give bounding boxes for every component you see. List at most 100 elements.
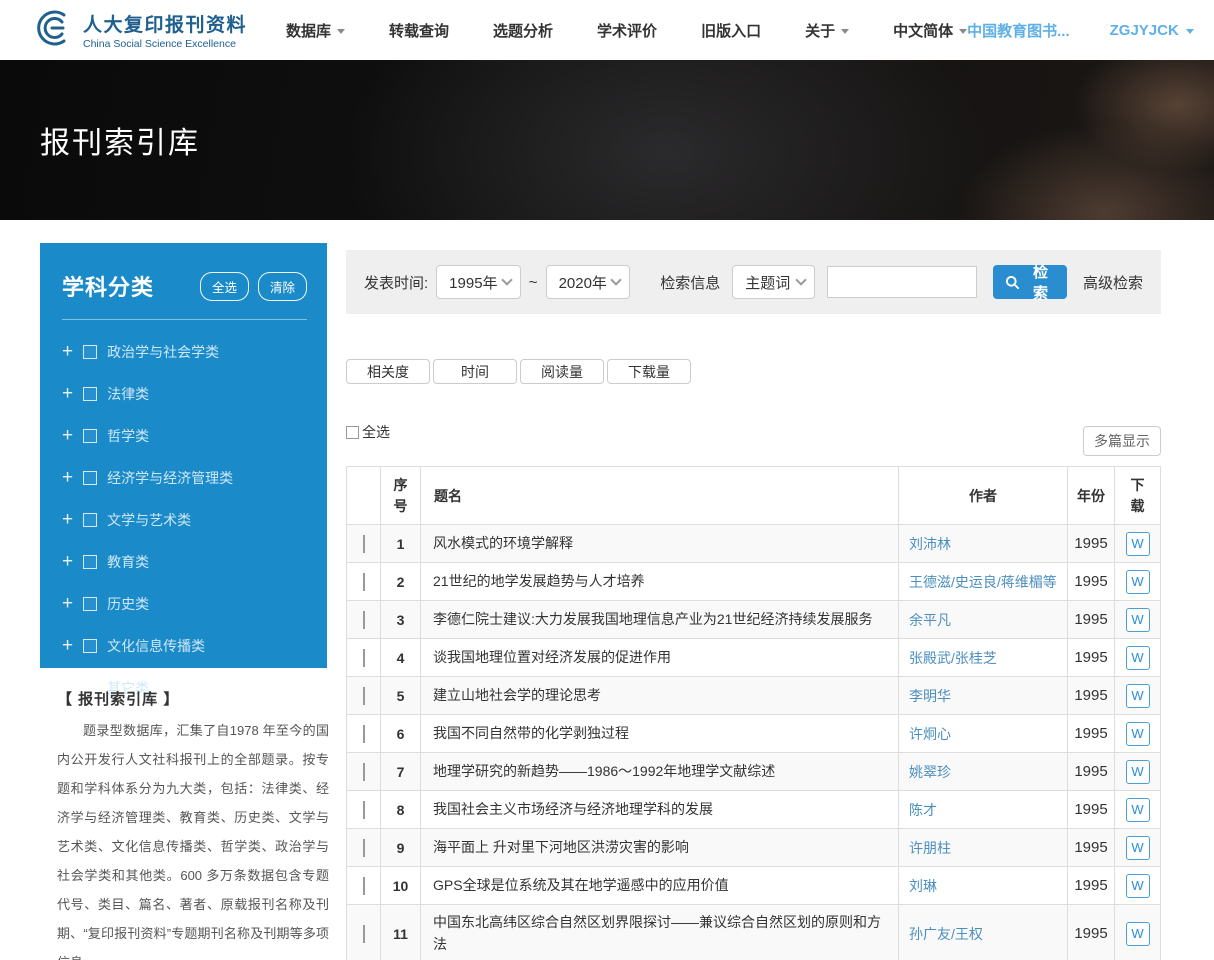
sidebar-item-政治学与社会学类[interactable]: +政治学与社会学类 [62, 342, 307, 362]
author-link[interactable]: 许炯心 [909, 726, 951, 742]
word-download-button[interactable]: W [1126, 646, 1150, 670]
category-checkbox[interactable] [83, 555, 97, 569]
expand-plus-icon[interactable]: + [62, 640, 73, 652]
expand-plus-icon[interactable]: + [62, 430, 73, 442]
author-link[interactable]: 孙广友/王权 [909, 926, 983, 942]
sidebar-item-哲学类[interactable]: +哲学类 [62, 426, 307, 446]
author-link[interactable]: 王德滋/史运良/蒋维楣等 [909, 574, 1057, 590]
word-download-button[interactable]: W [1126, 836, 1150, 860]
clear-categories-button[interactable]: 清除 [258, 272, 307, 301]
sort-button-阅读量[interactable]: 阅读量 [520, 359, 604, 384]
sidebar-item-法律类[interactable]: +法律类 [62, 384, 307, 404]
row-title[interactable]: 风水模式的环境学解释 [421, 525, 899, 563]
menu-item-学术评价[interactable]: 学术评价 [597, 20, 657, 41]
menu-item-数据库[interactable]: 数据库 [286, 20, 345, 41]
menu-item-选题分析[interactable]: 选题分析 [493, 20, 553, 41]
year-to-select[interactable]: 2020年 [546, 265, 631, 299]
row-index: 9 [381, 829, 421, 867]
sort-button-下载量[interactable]: 下载量 [607, 359, 691, 384]
word-download-button[interactable]: W [1126, 760, 1150, 784]
sidebar-item-经济学与经济管理类[interactable]: +经济学与经济管理类 [62, 468, 307, 488]
search-field-select[interactable]: 主题词 [732, 265, 815, 299]
row-checkbox[interactable] [363, 763, 365, 781]
author-link[interactable]: 余平凡 [909, 612, 951, 628]
sort-button-时间[interactable]: 时间 [433, 359, 517, 384]
category-checkbox[interactable] [83, 513, 97, 527]
author-link[interactable]: 李明华 [909, 688, 951, 704]
author-link[interactable]: 许朋柱 [909, 840, 951, 856]
select-all-categories-button[interactable]: 全选 [200, 272, 249, 301]
row-title[interactable]: 谈我国地理位置对经济发展的促进作用 [421, 639, 899, 677]
category-label: 文学与艺术类 [107, 510, 191, 530]
category-checkbox[interactable] [83, 639, 97, 653]
row-checkbox[interactable] [363, 877, 365, 895]
sidebar-item-文化信息传播类[interactable]: +文化信息传播类 [62, 636, 307, 656]
word-download-button[interactable]: W [1126, 532, 1150, 556]
expand-plus-icon[interactable]: + [62, 346, 73, 358]
author-link[interactable]: 刘沛林 [909, 536, 951, 552]
row-title[interactable]: 李德仁院士建议:大力发展我国地理信息产业为21世纪经济持续发展服务 [421, 601, 899, 639]
row-title[interactable]: 我国不同自然带的化学剥独过程 [421, 715, 899, 753]
sort-button-相关度[interactable]: 相关度 [346, 359, 430, 384]
category-checkbox[interactable] [83, 597, 97, 611]
year-from-select[interactable]: 1995年 [436, 265, 521, 299]
row-checkbox[interactable] [363, 839, 365, 857]
sidebar-item-文学与艺术类[interactable]: + 文学与艺术类 [62, 510, 307, 530]
row-title[interactable]: 海平面上 升对里下河地区洪涝灾害的影响 [421, 829, 899, 867]
author-link[interactable]: 姚翠珍 [909, 764, 951, 780]
category-checkbox[interactable] [83, 471, 97, 485]
multi-display-button[interactable]: 多篇显示 [1083, 426, 1161, 456]
menu-item-转载查询[interactable]: 转载查询 [389, 20, 449, 41]
row-checkbox[interactable] [363, 535, 365, 553]
row-checkbox[interactable] [363, 725, 365, 743]
menu-item-旧版入口[interactable]: 旧版入口 [701, 20, 761, 41]
expand-plus-icon[interactable]: + [62, 598, 73, 610]
word-download-button[interactable]: W [1126, 922, 1150, 946]
row-checkbox[interactable] [363, 925, 365, 943]
search-button[interactable]: 检索 [993, 265, 1067, 299]
sidebar-item-教育类[interactable]: +教育类 [62, 552, 307, 572]
row-title[interactable]: 我国社会主义市场经济与经济地理学科的发展 [421, 791, 899, 829]
advanced-search-link[interactable]: 高级检索 [1083, 272, 1143, 293]
expand-plus-icon[interactable]: + [62, 472, 73, 484]
row-year: 1995 [1068, 525, 1115, 563]
menu-item-关于[interactable]: 关于 [805, 20, 849, 41]
table-row: 8我国社会主义市场经济与经济地理学科的发展陈才1995W [347, 791, 1161, 829]
expand-plus-icon[interactable]: + [62, 388, 73, 400]
row-index: 1 [381, 525, 421, 563]
row-title[interactable]: 建立山地社会学的理论思考 [421, 677, 899, 715]
row-title[interactable]: 地理学研究的新趋势——1986～1992年地理学文献综述 [421, 753, 899, 791]
word-download-button[interactable]: W [1126, 722, 1150, 746]
row-title[interactable]: GPS全球是位系统及其在地学遥感中的应用价值 [421, 867, 899, 905]
sidebar-item-历史类[interactable]: +历史类 [62, 594, 307, 614]
row-checkbox[interactable] [363, 573, 365, 591]
nav-link-中国教育图书...[interactable]: 中国教育图书... [967, 20, 1070, 41]
row-checkbox[interactable] [363, 687, 365, 705]
nav-link-ZGJYJCK[interactable]: ZGJYJCK [1110, 22, 1194, 39]
select-all-results[interactable]: 全选 [346, 422, 390, 442]
category-checkbox[interactable] [83, 387, 97, 401]
word-download-button[interactable]: W [1126, 874, 1150, 898]
word-download-button[interactable]: W [1126, 608, 1150, 632]
row-checkbox[interactable] [363, 801, 365, 819]
chevron-down-icon [501, 274, 512, 285]
menu-item-中文简体[interactable]: 中文简体 [893, 20, 967, 41]
author-link[interactable]: 张殿武/张桂芝 [909, 650, 997, 666]
expand-plus-icon[interactable]: + [62, 556, 73, 568]
author-link[interactable]: 陈才 [909, 802, 937, 818]
category-checkbox[interactable] [83, 429, 97, 443]
search-input[interactable] [827, 266, 977, 298]
author-link[interactable]: 刘琳 [909, 878, 937, 894]
expand-plus-icon[interactable]: + [62, 514, 73, 526]
word-download-button[interactable]: W [1126, 798, 1150, 822]
logo[interactable]: 人大复印报刊资料 China Social Science Excellence [30, 8, 262, 53]
category-checkbox[interactable] [83, 345, 97, 359]
row-title[interactable]: 21世纪的地学发展趋势与人才培养 [421, 563, 899, 601]
row-checkbox[interactable] [363, 611, 365, 629]
word-download-button[interactable]: W [1126, 570, 1150, 594]
word-download-button[interactable]: W [1126, 684, 1150, 708]
chevron-down-icon [1186, 29, 1194, 34]
row-title[interactable]: 中国东北高纬区综合自然区划界限探讨——兼议综合自然区划的原则和方法 [421, 905, 899, 960]
row-checkbox[interactable] [363, 649, 365, 667]
row-download-cell: W [1115, 563, 1161, 601]
